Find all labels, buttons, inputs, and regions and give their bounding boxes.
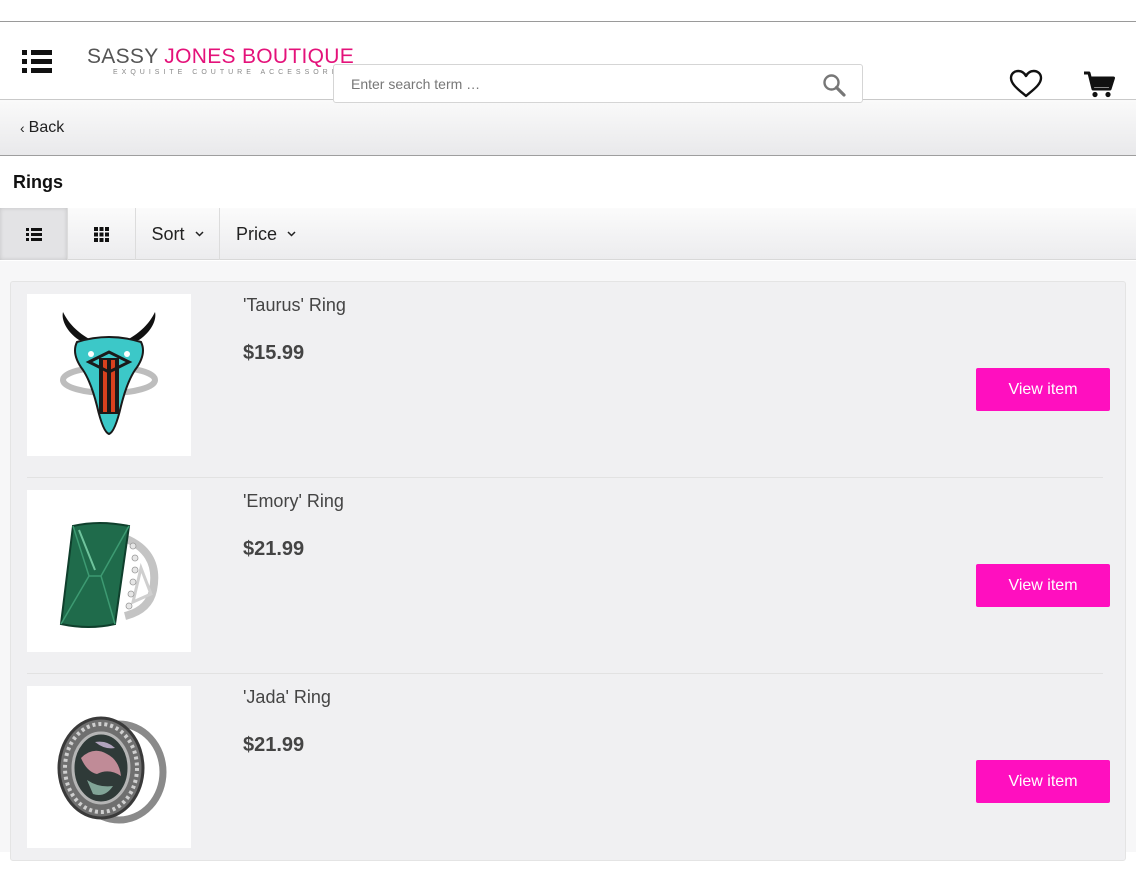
- green-stone-ring-image: [59, 522, 159, 628]
- grid-icon: [94, 226, 109, 242]
- header: SASSY JONES BOUTIQUE EXQUISITE COUTURE A…: [0, 22, 1136, 103]
- product-price: $21.99: [243, 538, 305, 560]
- logo-text-part2: JONES BOUTIQUE: [164, 45, 355, 68]
- view-item-button[interactable]: View item: [976, 760, 1110, 803]
- list-item: 'Emory' Ring $21.99 View item: [27, 478, 1111, 674]
- product-price: $21.99: [243, 734, 305, 756]
- logo-text-part1: SASSY: [87, 45, 165, 68]
- logo[interactable]: SASSY JONES BOUTIQUE EXQUISITE COUTURE A…: [87, 45, 356, 85]
- price-label: Price: [235, 223, 277, 244]
- back-button[interactable]: ‹ Back: [20, 119, 64, 137]
- back-bar: ‹ Back: [0, 100, 1136, 156]
- search-input[interactable]: [334, 65, 804, 102]
- product-price: $15.99: [243, 342, 305, 364]
- view-item-button[interactable]: View item: [976, 564, 1110, 607]
- search-icon[interactable]: [822, 73, 846, 97]
- product-name[interactable]: 'Emory' Ring: [243, 491, 344, 512]
- top-strip: [0, 0, 1136, 22]
- view-item-button[interactable]: View item: [976, 368, 1110, 411]
- product-name[interactable]: 'Taurus' Ring: [243, 295, 346, 316]
- grid-view-button[interactable]: [68, 208, 136, 260]
- list-view-button[interactable]: [0, 208, 68, 260]
- product-list: 'Taurus' Ring $15.99 View item 'Emory' R…: [10, 281, 1126, 861]
- price-dropdown[interactable]: Price: [220, 208, 312, 260]
- sort-label: Sort: [151, 223, 185, 244]
- chevron-down-icon: [194, 231, 204, 237]
- sort-dropdown[interactable]: Sort: [136, 208, 220, 260]
- logo-text: SASSY JONES BOUTIQUE: [87, 45, 354, 69]
- logo-tagline: EXQUISITE COUTURE ACCESSORIES: [113, 69, 356, 76]
- chevron-down-icon: [287, 231, 296, 237]
- abalone-oval-ring-image: [57, 716, 167, 824]
- product-image[interactable]: [27, 490, 191, 652]
- page-title: Rings: [0, 156, 1136, 208]
- product-image[interactable]: [27, 686, 191, 848]
- list-item: 'Jada' Ring $21.99 View item: [27, 674, 1111, 870]
- heart-icon[interactable]: [1009, 69, 1043, 99]
- cart-icon[interactable]: [1082, 69, 1116, 99]
- bull-skull-ring-image: [60, 312, 158, 436]
- back-label: Back: [28, 118, 65, 136]
- product-name[interactable]: 'Jada' Ring: [243, 687, 331, 708]
- search-box: [333, 64, 863, 103]
- list-item: 'Taurus' Ring $15.99 View item: [27, 282, 1111, 478]
- list-icon: [25, 227, 42, 241]
- menu-icon[interactable]: [22, 50, 52, 74]
- chevron-left-icon: ‹: [20, 119, 25, 136]
- product-image[interactable]: [27, 294, 191, 456]
- toolbar: Sort Price: [0, 208, 1136, 260]
- content-area: 'Taurus' Ring $15.99 View item 'Emory' R…: [0, 261, 1136, 861]
